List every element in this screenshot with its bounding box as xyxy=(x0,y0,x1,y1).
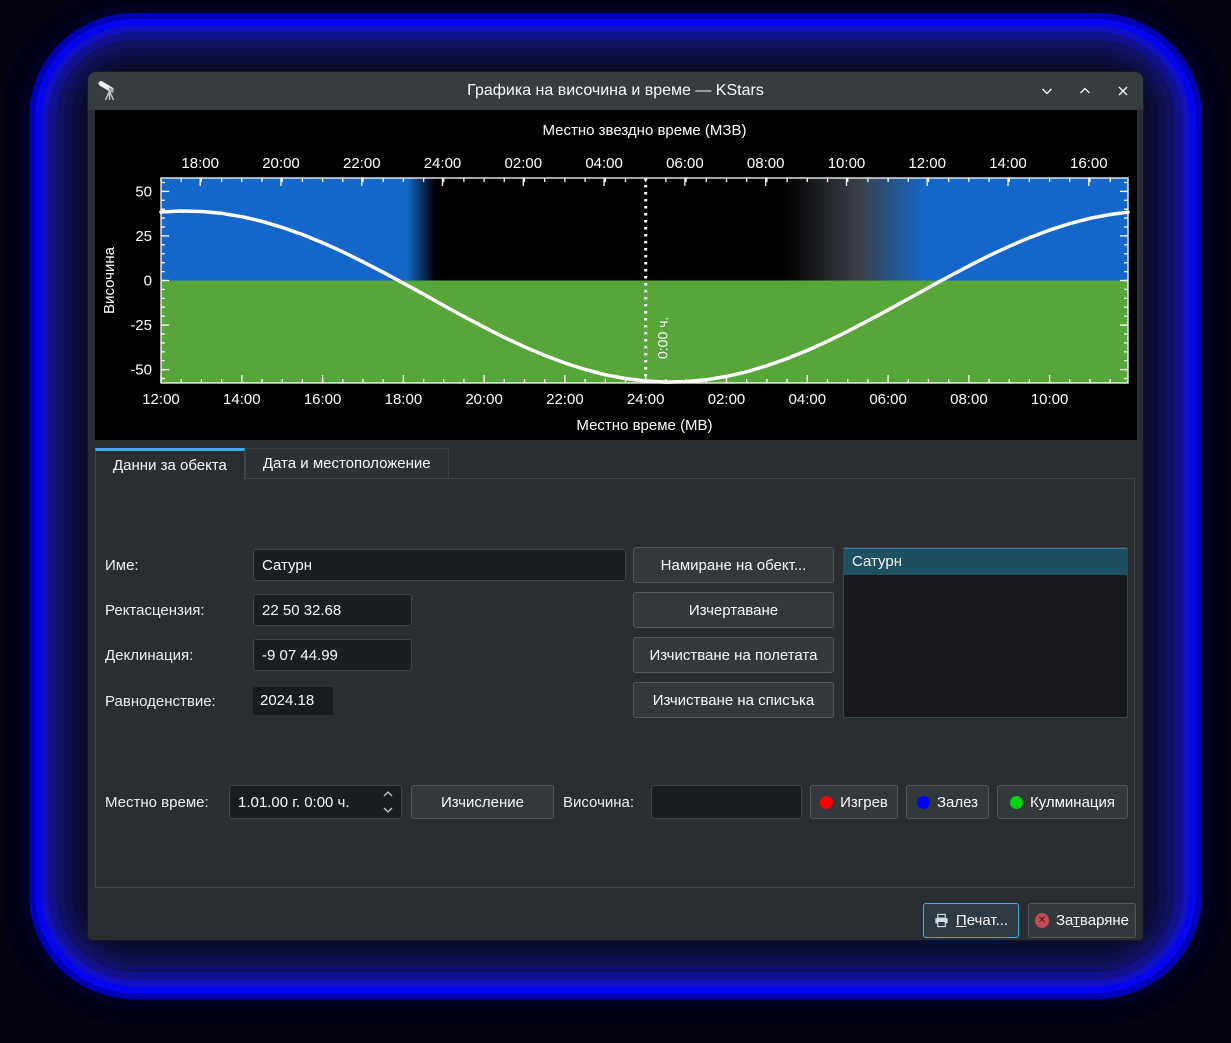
local-time-input[interactable] xyxy=(229,785,402,819)
altitude-chart: 0:00 ч. 12:00 14:00 16:00 18:00 20:00 22:00 24:… xyxy=(95,110,1137,440)
y-axis-title: Височина xyxy=(101,246,118,314)
svg-text:25: 25 xyxy=(135,228,152,245)
transit-legend-button[interactable]: Кулминация xyxy=(997,785,1128,819)
close-dialog-button[interactable]: ✕ Затваряне xyxy=(1028,903,1136,938)
svg-text:18:00: 18:00 xyxy=(181,155,219,172)
tabbar: Данни за обекта Дата и местоположение xyxy=(95,448,449,479)
titlebar[interactable]: Графика на височина и време — KStars xyxy=(88,72,1143,110)
clear-fields-button[interactable]: Изчистване на полетата xyxy=(633,637,834,673)
svg-text:10:00: 10:00 xyxy=(1031,391,1069,408)
svg-text:24:00: 24:00 xyxy=(627,391,665,408)
name-input[interactable] xyxy=(253,549,626,581)
dialog-button-box: Печат... ✕ Затваряне xyxy=(923,903,1136,938)
print-label: Печат... xyxy=(956,912,1008,929)
spin-up-icon[interactable] xyxy=(381,789,395,799)
altitude-input[interactable] xyxy=(651,785,802,819)
set-dot-icon xyxy=(917,796,930,809)
spinner-arrows[interactable] xyxy=(381,789,395,815)
ra-label: Ректасцензия: xyxy=(105,602,205,619)
svg-text:-50: -50 xyxy=(130,362,152,379)
tab-date-location[interactable]: Дата и местоположение xyxy=(245,448,449,478)
svg-text:22:00: 22:00 xyxy=(546,391,584,408)
window-title: Графика на височина и време — KStars xyxy=(88,82,1143,100)
svg-text:04:00: 04:00 xyxy=(789,391,827,408)
spin-down-icon[interactable] xyxy=(381,805,395,815)
svg-text:10:00: 10:00 xyxy=(828,155,866,172)
kstars-altitude-time-window: Графика на височина и време — KStars 0:0… xyxy=(88,72,1143,940)
close-circle-icon: ✕ xyxy=(1035,913,1049,928)
transit-legend-label: Кулминация xyxy=(1030,794,1115,811)
name-label: Име: xyxy=(105,557,139,574)
svg-text:0: 0 xyxy=(144,273,152,290)
find-object-button[interactable]: Намиране на обект... xyxy=(633,547,834,583)
svg-text:12:00: 12:00 xyxy=(142,391,180,408)
minimize-icon[interactable] xyxy=(1039,83,1055,99)
svg-text:06:00: 06:00 xyxy=(666,155,704,172)
tab-object-data[interactable]: Данни за обекта xyxy=(95,448,245,480)
object-list[interactable]: Сатурн xyxy=(843,547,1128,718)
svg-text:14:00: 14:00 xyxy=(223,391,261,408)
svg-text:04:00: 04:00 xyxy=(585,155,623,172)
list-item-selected[interactable]: Сатурн xyxy=(844,548,1127,575)
svg-text:02:00: 02:00 xyxy=(708,391,746,408)
svg-text:16:00: 16:00 xyxy=(1070,155,1108,172)
svg-text:14:00: 14:00 xyxy=(989,155,1027,172)
printer-icon xyxy=(934,913,949,928)
svg-text:20:00: 20:00 xyxy=(465,391,503,408)
compute-button[interactable]: Изчисление xyxy=(411,785,554,819)
svg-text:08:00: 08:00 xyxy=(950,391,988,408)
set-legend-label: Залез xyxy=(937,794,978,811)
rise-dot-icon xyxy=(820,796,833,809)
epoch-label: Равноденствие: xyxy=(105,693,216,710)
close-icon[interactable] xyxy=(1115,83,1131,99)
altitude-label: Височина: xyxy=(563,794,634,811)
dec-label: Деклинация: xyxy=(105,647,193,664)
svg-text:-25: -25 xyxy=(130,317,152,334)
svg-text:08:00: 08:00 xyxy=(747,155,785,172)
svg-text:24:00: 24:00 xyxy=(424,155,462,172)
top-axis-title: Местно звездно време (МЗВ) xyxy=(543,122,747,139)
clear-list-button[interactable]: Изчистване на списъка xyxy=(633,682,834,718)
print-button[interactable]: Печат... xyxy=(923,903,1019,938)
svg-text:06:00: 06:00 xyxy=(869,391,907,408)
object-data-pane: Име: Ректасцензия: Деклинация: Равноденс… xyxy=(95,478,1135,888)
svg-text:16:00: 16:00 xyxy=(304,391,342,408)
transit-dot-icon xyxy=(1010,796,1023,809)
svg-text:12:00: 12:00 xyxy=(908,155,946,172)
bottom-axis-title: Местно време (МВ) xyxy=(576,417,712,434)
svg-text:02:00: 02:00 xyxy=(505,155,543,172)
ra-input[interactable] xyxy=(253,594,412,626)
now-line-label: 0:00 ч. xyxy=(655,317,671,359)
rise-legend-button[interactable]: Изгрев xyxy=(810,785,898,819)
plot-button[interactable]: Изчертаване xyxy=(633,592,834,628)
rise-legend-label: Изгрев xyxy=(840,794,888,811)
local-time-label: Местно време: xyxy=(105,794,209,811)
set-legend-button[interactable]: Залез xyxy=(906,785,989,819)
svg-text:20:00: 20:00 xyxy=(262,155,300,172)
dec-input[interactable] xyxy=(253,639,412,671)
svg-text:18:00: 18:00 xyxy=(385,391,423,408)
altitude-vs-time-chart-area: 0:00 ч. 12:00 14:00 16:00 18:00 20:00 22:00 24:… xyxy=(95,110,1137,440)
local-time-spinbox[interactable] xyxy=(229,785,402,819)
epoch-value: 2024.18 xyxy=(253,687,333,715)
svg-text:22:00: 22:00 xyxy=(343,155,381,172)
close-label: Затваряне xyxy=(1056,912,1129,929)
svg-text:50: 50 xyxy=(135,183,152,200)
maximize-icon[interactable] xyxy=(1077,83,1093,99)
